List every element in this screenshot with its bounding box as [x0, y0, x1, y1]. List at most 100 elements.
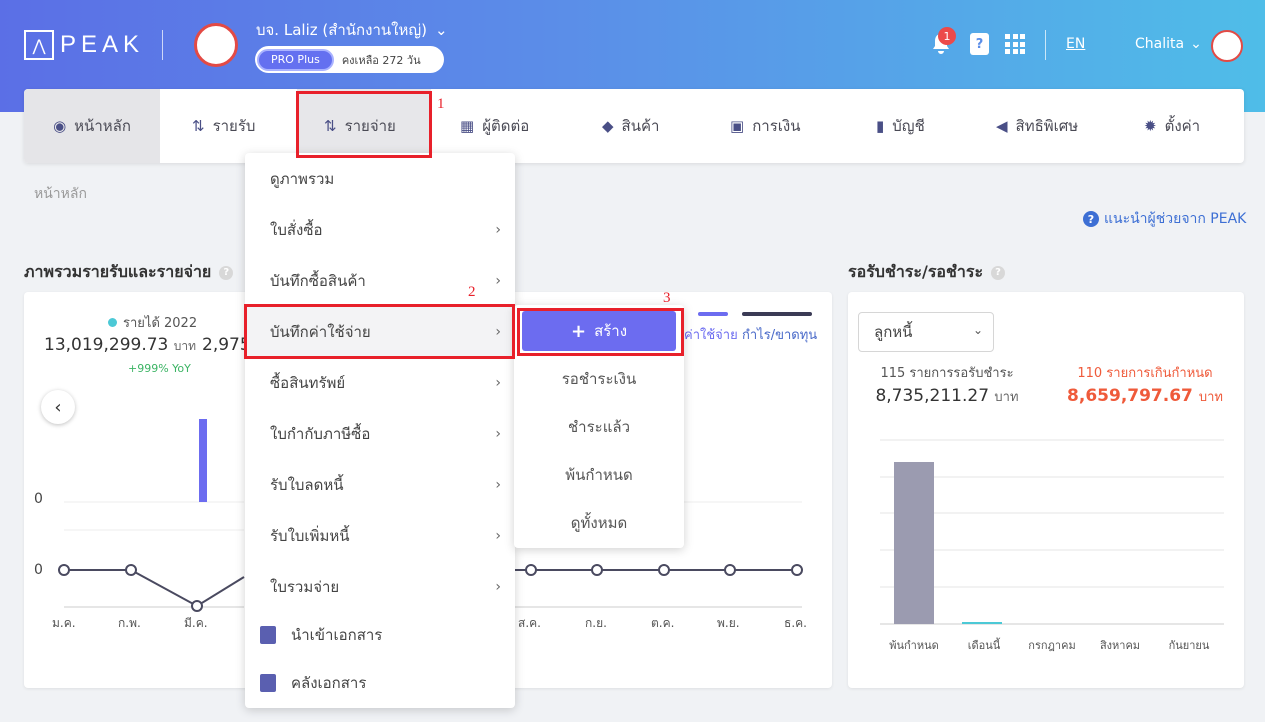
nav-label: สินค้า — [621, 117, 660, 135]
submenu-overdue[interactable]: พ้นกำหนด — [514, 453, 684, 497]
month-label: ก.ย. — [585, 616, 607, 630]
chevron-down-icon: ⌄ — [434, 21, 448, 39]
menu-import-document[interactable]: นำเข้าเอกสาร — [245, 609, 515, 660]
menu-label: ใบกำกับภาษีซื้อ — [270, 424, 371, 443]
company-avatar[interactable] — [194, 23, 238, 67]
annotation-box-1 — [296, 91, 432, 158]
menu-label: คลังเอกสาร — [291, 673, 367, 692]
submenu-awaiting-payment[interactable]: รอชำระเงิน — [514, 357, 684, 401]
divider — [1045, 30, 1046, 60]
menu-purchase-tax-invoice[interactable]: ใบกำกับภาษีซื้อ › — [245, 408, 515, 459]
chevron-right-icon: › — [495, 221, 501, 238]
import-icon — [260, 625, 276, 644]
nav-contacts[interactable]: ▦ ผู้ติดต่อ — [460, 89, 529, 163]
question-icon: ? — [1083, 211, 1099, 227]
annotation-label-1: 1 — [437, 96, 445, 112]
chevron-right-icon: › — [495, 578, 501, 595]
profit-point[interactable] — [658, 564, 670, 576]
category-label: พ้นกำหนด — [889, 639, 939, 652]
peak-logo[interactable]: ⋀ PEAK — [24, 30, 144, 60]
dashboard-icon: ◉ — [53, 117, 67, 135]
annotation-box-3 — [517, 308, 684, 356]
breadcrumb[interactable]: หน้าหลัก — [34, 183, 87, 205]
menu-label: นำเข้าเอกสาร — [291, 625, 383, 644]
chevron-right-icon: › — [495, 425, 501, 442]
profit-point[interactable] — [591, 564, 603, 576]
profit-point[interactable] — [525, 564, 537, 576]
income-bar[interactable] — [199, 419, 207, 502]
submenu-label: พ้นกำหนด — [565, 466, 633, 484]
nav-label: บัญชี — [892, 117, 925, 135]
upload-file-icon — [260, 673, 276, 692]
select-value: ลูกหนี้ — [874, 323, 913, 341]
apps-grid-icon[interactable] — [1005, 34, 1025, 54]
menu-label: ใบรวมจ่าย — [270, 577, 340, 596]
user-avatar[interactable] — [1211, 30, 1243, 62]
menu-label: ดูภาพรวม — [270, 169, 335, 188]
nav-label: สิทธิพิเศษ — [1015, 117, 1079, 135]
category-label: เดือนนี้ — [967, 639, 1001, 652]
overview-title: ภาพรวมรายรับและรายจ่าย? — [24, 260, 234, 285]
chevron-right-icon: › — [495, 527, 501, 544]
nav-privileges[interactable]: ◀ สิทธิพิเศษ — [996, 89, 1078, 163]
receivable-bar[interactable] — [894, 462, 934, 624]
nav-settings[interactable]: ✹ ตั้งค่า — [1144, 89, 1200, 163]
category-label: กรกฎาคม — [1028, 639, 1076, 652]
menu-overview[interactable]: ดูภาพรวม — [245, 153, 515, 204]
profit-point[interactable] — [58, 564, 70, 576]
nav-products[interactable]: ◆ สินค้า — [602, 89, 659, 163]
box-icon: ◆ — [602, 117, 614, 135]
chevron-right-icon: › — [495, 272, 501, 289]
ledger-icon: ▮ — [876, 117, 885, 135]
month-label: พ.ย. — [717, 616, 740, 630]
language-switch[interactable]: EN — [1066, 36, 1085, 52]
user-menu[interactable]: Chalita ⌄ — [1135, 36, 1202, 52]
month-label: ต.ค. — [651, 616, 675, 630]
nav-label: หน้าหลัก — [74, 117, 131, 135]
month-label: ก.พ. — [118, 616, 141, 630]
info-icon[interactable]: ? — [991, 265, 1006, 280]
receivable-bar[interactable] — [962, 622, 1002, 624]
receivables-title: รอรับชำระ/รอชำระ? — [848, 260, 1006, 285]
plan-remaining: คงเหลือ 272 วัน — [341, 53, 421, 67]
info-icon[interactable]: ? — [219, 265, 234, 280]
menu-combined-payment[interactable]: ใบรวมจ่าย › — [245, 561, 515, 612]
nav-finance[interactable]: ▣ การเงิน — [730, 89, 800, 163]
money-icon: ▣ — [730, 117, 745, 135]
receivable-type-select[interactable]: ลูกหนี้ ⌄ — [858, 312, 994, 352]
month-label: ม.ค. — [52, 616, 76, 630]
nav-accounts[interactable]: ▮ บัญชี — [876, 89, 925, 163]
building-icon: ▦ — [460, 117, 475, 135]
menu-document-storage[interactable]: คลังเอกสาร — [245, 657, 515, 708]
profit-point[interactable] — [791, 564, 803, 576]
help-link-label: แนะนำผู้ช่วยจาก PEAK — [1104, 211, 1247, 227]
profit-point[interactable] — [724, 564, 736, 576]
submenu-paid[interactable]: ชำระแล้ว — [514, 405, 684, 449]
annotation-label-2: 2 — [468, 284, 476, 300]
receivables-title-text: รอรับชำระ/รอชำระ — [848, 262, 984, 281]
menu-receive-credit-note[interactable]: รับใบลดหนี้ › — [245, 459, 515, 510]
menu-purchase-order[interactable]: ใบสั่งซื้อ › — [245, 204, 515, 255]
annotation-box-2 — [244, 304, 515, 359]
menu-label: ซื้อสินทรัพย์ — [270, 373, 346, 392]
main-nav: ◉ หน้าหลัก ⇅ รายรับ ⇅ รายจ่าย ▦ ผู้ติดต่อ ◆ ส… — [24, 89, 1244, 163]
notification-badge: 1 — [938, 27, 956, 45]
submenu-view-all[interactable]: ดูทั้งหมด — [514, 501, 684, 545]
divider — [162, 30, 163, 60]
month-label: ธ.ค. — [784, 616, 807, 630]
menu-receive-debit-note[interactable]: รับใบเพิ่มหนี้ › — [245, 510, 515, 561]
menu-buy-asset[interactable]: ซื้อสินทรัพย์ › — [245, 357, 515, 408]
profit-point[interactable] — [125, 564, 137, 576]
nav-income[interactable]: ⇅ รายรับ — [192, 89, 255, 163]
menu-label: รับใบเพิ่มหนี้ — [270, 526, 350, 545]
company-selector[interactable]: บจ. Laliz (สำนักงานใหญ่) ⌄ — [256, 18, 448, 42]
help-link[interactable]: ? แนะนำผู้ช่วยจาก PEAK — [1083, 208, 1246, 230]
manual-book-icon[interactable]: ? — [970, 33, 989, 55]
profit-point[interactable] — [191, 600, 203, 612]
nav-home[interactable]: ◉ หน้าหลัก — [24, 89, 160, 163]
chevron-right-icon: › — [495, 476, 501, 493]
nav-label: ตั้งค่า — [1164, 117, 1201, 135]
menu-label: รับใบลดหนี้ — [270, 475, 344, 494]
company-name: บจ. Laliz (สำนักงานใหญ่) — [256, 21, 427, 39]
plan-badge: PRO Plus — [257, 48, 334, 71]
